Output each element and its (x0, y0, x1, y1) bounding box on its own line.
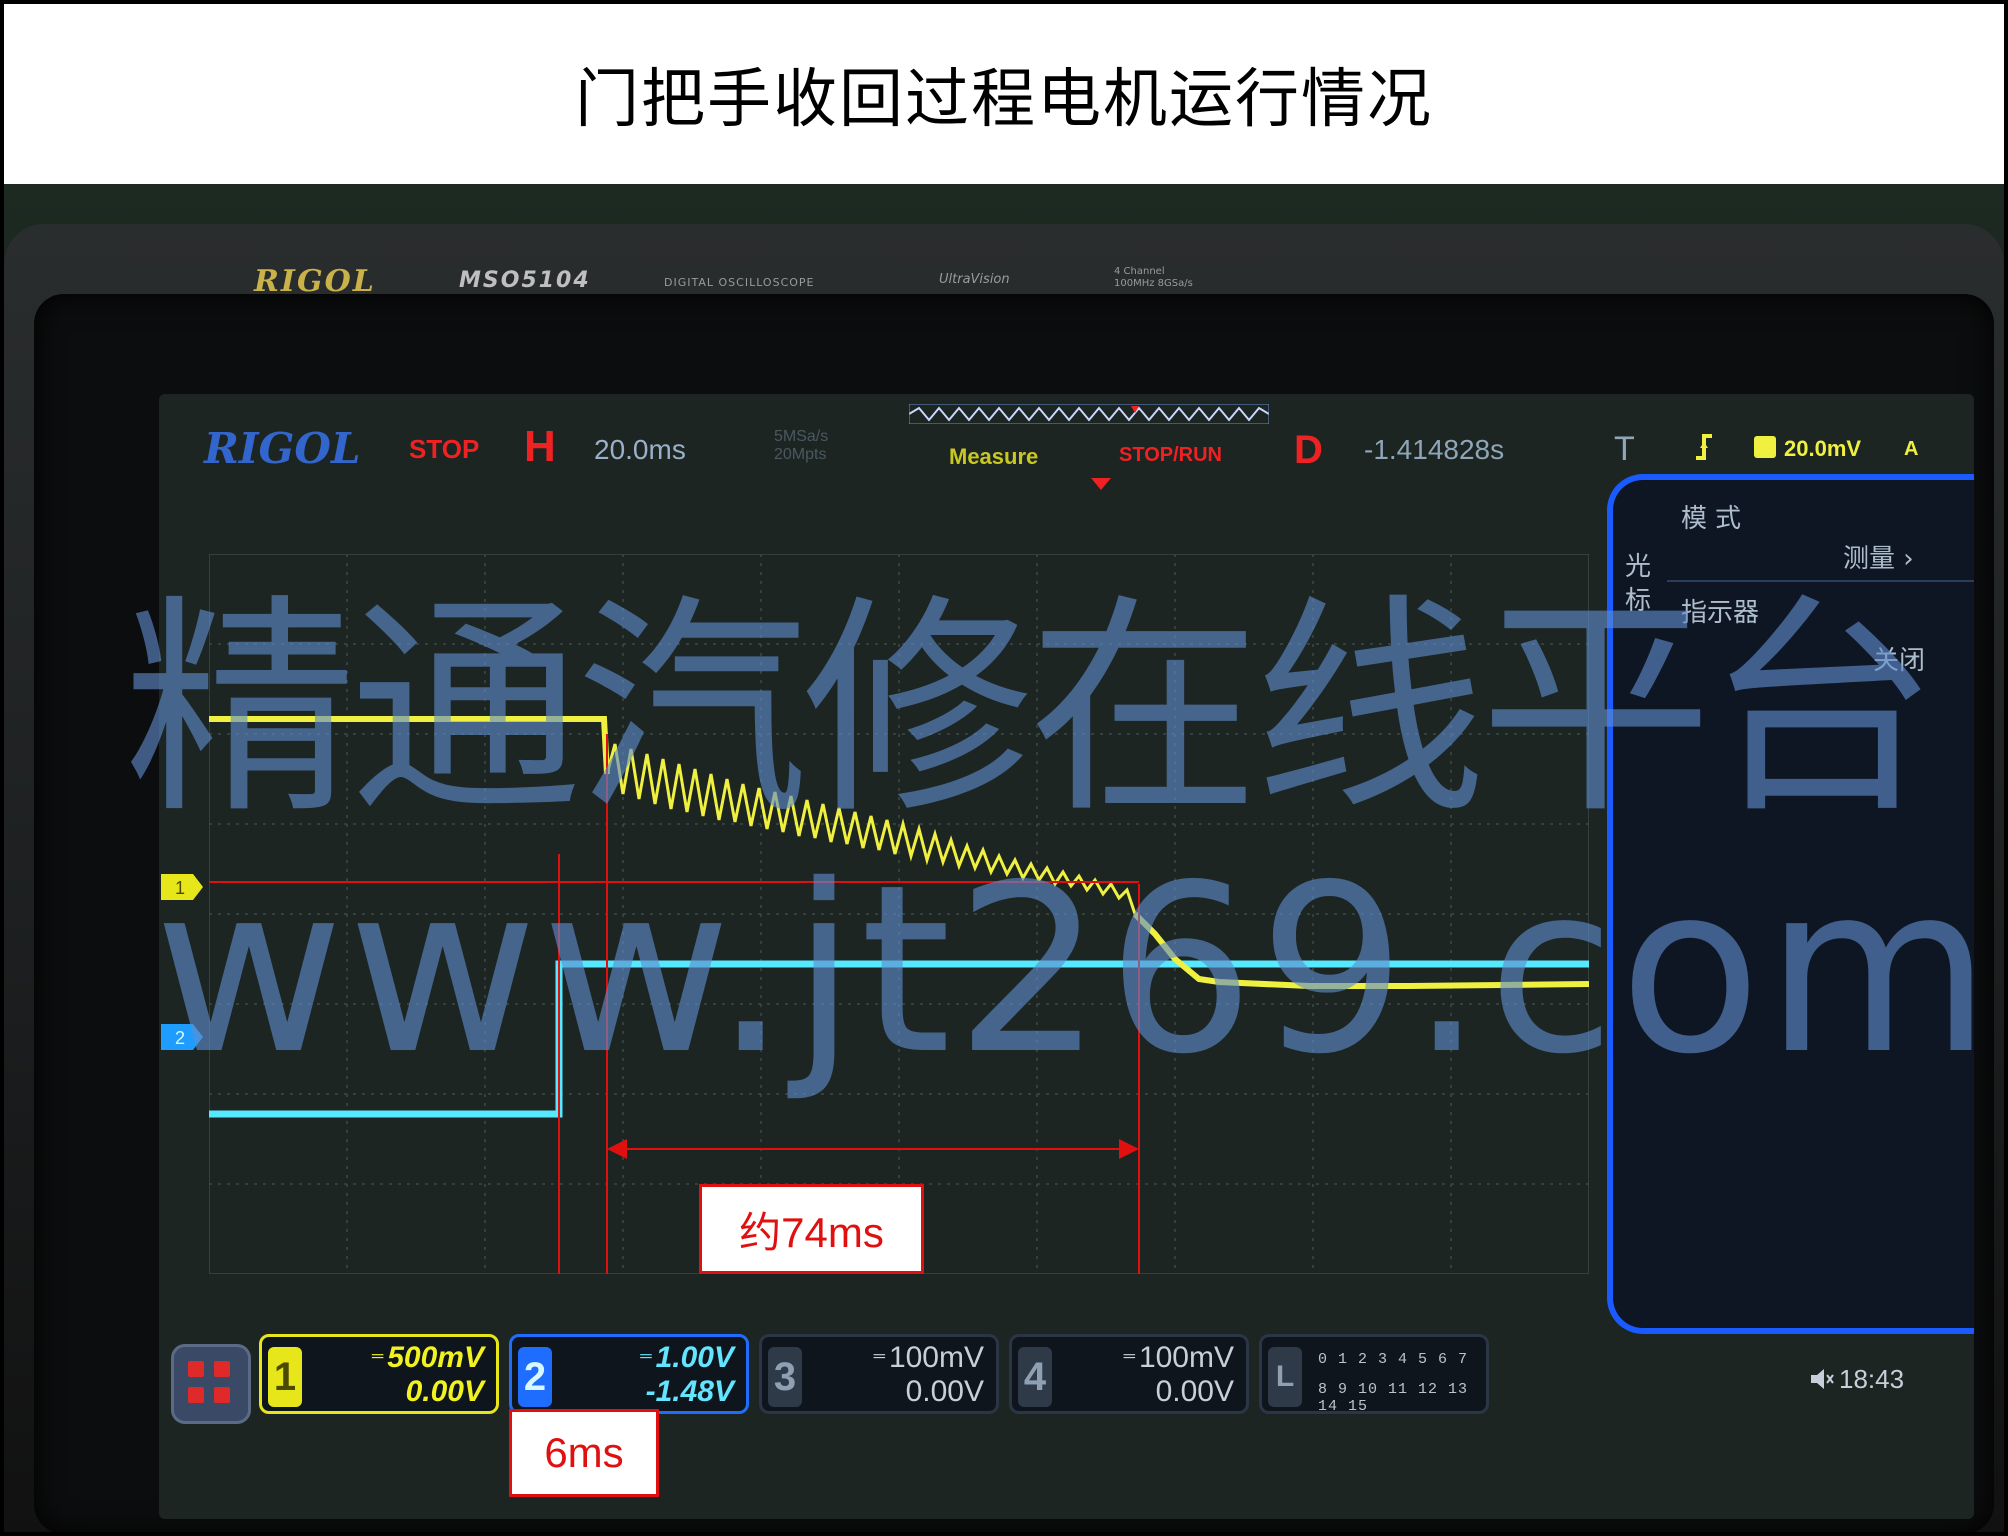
trigger-source-swatch (1754, 436, 1776, 458)
run-state-indicator[interactable]: STOP (409, 434, 479, 465)
svg-text:2: 2 (175, 1028, 185, 1048)
screen-logo: RIGOL (204, 424, 361, 473)
logic-channel-label: L (1268, 1347, 1302, 1407)
menu-cursor-label: 光标 (1625, 552, 1652, 616)
delay-annotation: 6ms (509, 1409, 659, 1497)
logic-channel-row-1: 0 1 2 3 4 5 6 7 (1318, 1351, 1469, 1368)
timing-annotation-lines (209, 734, 1140, 1274)
channel-1-scale: ═ 500mV (371, 1341, 484, 1374)
device-spec-channels: 4 Channel (1114, 266, 1165, 277)
delay-label: D (1294, 428, 1323, 472)
channel-1-box[interactable]: 1 ═ 500mV 0.00V (259, 1334, 499, 1414)
trigger-position-marker-icon (1091, 478, 1111, 490)
channel-2-ground-marker: 2 (161, 1024, 203, 1050)
title-bar: 门把手收回过程电机运行情况 (4, 4, 2004, 184)
device-description: DIGITAL OSCILLOSCOPE (664, 276, 815, 289)
channel-2-offset: -1.48V (645, 1375, 734, 1408)
sample-rate: 5MSa/s 20Mpts (774, 428, 828, 464)
duration-annotation: 约74ms (699, 1184, 924, 1274)
channel-4-offset: 0.00V (1155, 1375, 1234, 1408)
delay-value[interactable]: -1.414828s (1364, 434, 1504, 466)
scope-screen: RIGOL STOP H 20.0ms 5MSa/s 20Mpts Measur… (159, 394, 1974, 1519)
trigger-label: T (1614, 430, 1635, 468)
trigger-source: A (1904, 438, 1919, 460)
sample-rate-value: 5MSa/s (774, 428, 829, 445)
channel-1-offset: 0.00V (405, 1375, 484, 1408)
waveform-grid (209, 554, 1589, 1274)
channel-1-ground-marker: 1 (161, 874, 203, 900)
device-brand2: UltraVision (939, 272, 1010, 287)
svg-text:1: 1 (175, 878, 185, 898)
menu-divider (1667, 580, 1974, 582)
speaker-icon[interactable] (1809, 1366, 1835, 1392)
device-spec-bandwidth: 100MHz 8GSa/s (1114, 278, 1193, 289)
logic-channel-box[interactable]: L 0 1 2 3 4 5 6 7 8 9 10 11 12 13 14 15 (1259, 1334, 1489, 1415)
logic-channel-row-2: 8 9 10 11 12 13 14 15 (1318, 1381, 1469, 1415)
channel-3-offset: 0.00V (905, 1375, 984, 1408)
oscilloscope-photo: RIGOL MSO5104 DIGITAL OSCILLOSCOPE Ultra… (4, 184, 2004, 1532)
timebase-value[interactable]: 20.0ms (594, 434, 686, 466)
channel-3-box[interactable]: 3 ═ 100mV 0.00V (759, 1334, 999, 1414)
side-menu: 模式 光标 测量 › 指示器 关闭 (1607, 474, 1974, 1334)
chevron-right-icon: › (1895, 544, 1914, 574)
main-menu-button[interactable] (171, 1344, 251, 1424)
horizontal-label: H (524, 422, 556, 471)
device-model: MSO5104 (459, 268, 591, 293)
channel-4-scale: ═ 100mV (1123, 1341, 1234, 1374)
channel-4-number: 4 (1018, 1347, 1052, 1407)
page-title: 门把手收回过程电机运行情况 (575, 63, 1433, 137)
menu-mode-label[interactable]: 模式 (1681, 498, 1749, 535)
stop-run-softkey[interactable]: STOP/RUN (1119, 444, 1222, 467)
trigger-edge-icon (1696, 434, 1712, 460)
measure-softkey[interactable]: Measure (949, 444, 1038, 470)
figure-frame: 门把手收回过程电机运行情况 RIGOL MSO5104 DIGITAL OSCI… (0, 0, 2008, 1536)
channel-3-number: 3 (768, 1347, 802, 1407)
menu-item-measure-label: 测量 (1843, 544, 1896, 574)
memory-depth-value: 20Mpts (774, 446, 827, 463)
menu-item-close[interactable]: 关闭 (1873, 640, 1925, 677)
channel-status-bar: 1 ═ 500mV 0.00V 2 ═ 1.00V -1.48V 3 ═ 100mV … (159, 1324, 1974, 1519)
trigger-level[interactable]: 20.0mV (1784, 436, 1861, 462)
channel-2-scale: ═ 1.00V (640, 1341, 734, 1374)
waveform-display (209, 554, 1589, 1274)
menu-item-measure[interactable]: 测量 › (1843, 538, 1914, 575)
device-specs: 4 Channel 100MHz 8GSa/s (1114, 266, 1193, 290)
channel-3-scale: ═ 100mV (873, 1341, 984, 1374)
memory-position-bar (909, 404, 1269, 424)
menu-item-indicator[interactable]: 指示器 (1681, 592, 1759, 629)
channel-2-box[interactable]: 2 ═ 1.00V -1.48V (509, 1334, 749, 1414)
channel-2-number: 2 (518, 1347, 552, 1407)
channel-1-number: 1 (268, 1347, 302, 1407)
clock: 18:43 (1839, 1364, 1905, 1394)
channel-4-box[interactable]: 4 ═ 100mV 0.00V (1009, 1334, 1249, 1414)
